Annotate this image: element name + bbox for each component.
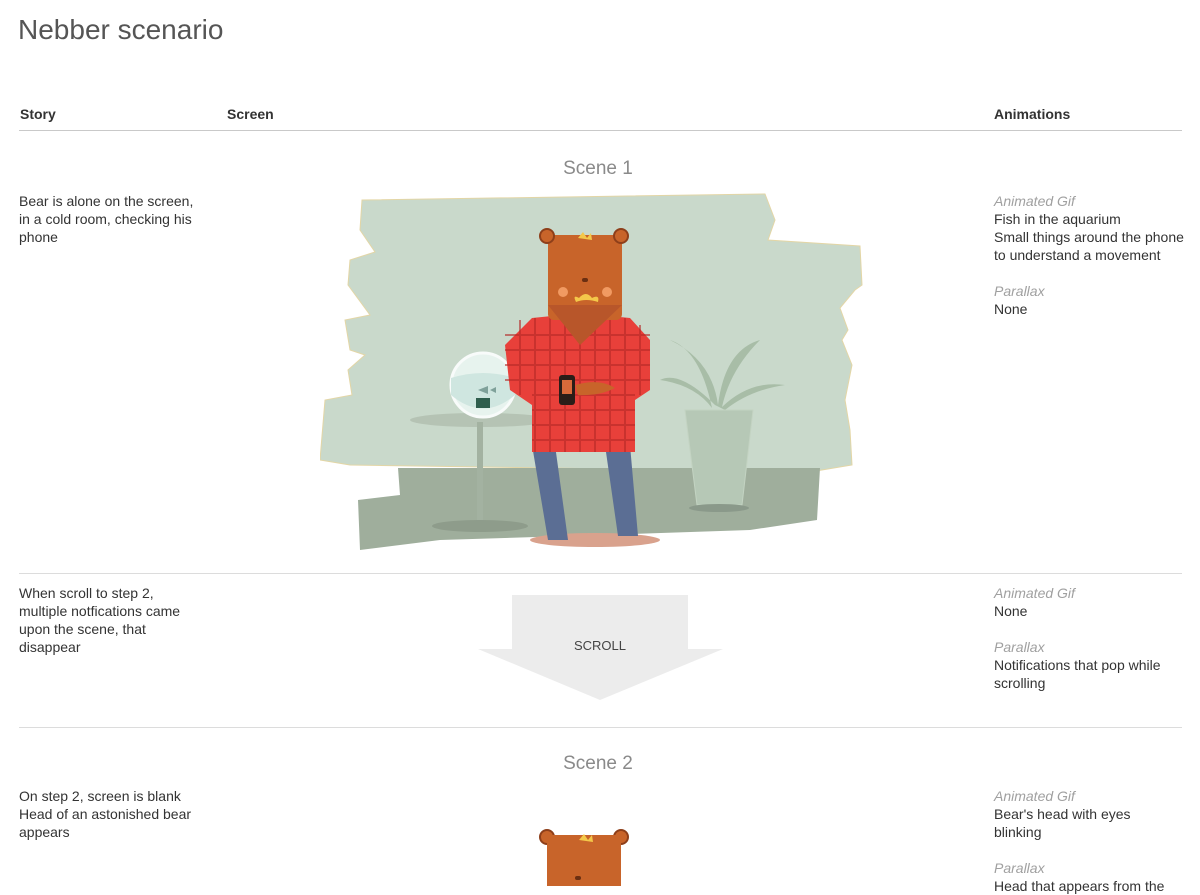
row-1-gif-line: to understand a movement (994, 247, 1161, 263)
row-divider-1 (19, 573, 1182, 574)
row-3-parallax-line: Head that appears from the (994, 878, 1165, 894)
plant-pot (684, 409, 754, 506)
row-2-parallax-label: Parallax (994, 639, 1045, 655)
bear-ear-left (539, 228, 555, 244)
table-base (432, 520, 528, 532)
row-1-gif-line: Small things around the phone (994, 229, 1184, 245)
row-2-gif-label: Animated Gif (994, 585, 1075, 601)
row-1-animations: Animated Gif Fish in the aquarium Small … (994, 192, 1194, 318)
row-2-gif-line: None (994, 603, 1028, 619)
row-divider-2 (19, 727, 1182, 728)
page-title: Nebber scenario (18, 14, 224, 45)
scene-2-title: Scene 2 (563, 753, 633, 774)
row-2-animations: Animated Gif None Parallax Notifications… (994, 584, 1194, 692)
column-header-animations: Animations (994, 106, 1071, 122)
row-1-gif-line: Fish in the aquarium (994, 211, 1121, 227)
scene-1-title: Scene 1 (563, 158, 633, 179)
row-3-animations: Animated Gif Bear's head with eyes blink… (994, 787, 1194, 895)
row-2-parallax-line: scrolling (994, 675, 1046, 691)
row-1-gif-label: Animated Gif (994, 193, 1075, 209)
header-divider (19, 130, 1182, 131)
row-3-gif-label: Animated Gif (994, 788, 1075, 804)
row-3-gif-line: Bear's head with eyes (994, 806, 1131, 822)
column-header-screen: Screen (227, 106, 274, 122)
row-1-story: Bear is alone on the screen, in a cold r… (19, 193, 194, 245)
row-3-gif-line: blinking (994, 824, 1042, 840)
column-header-story: Story (20, 106, 56, 122)
row-3-parallax-label: Parallax (994, 860, 1045, 876)
row-2-parallax-line: Notifications that pop while (994, 657, 1161, 673)
scene-2-bear-head (539, 829, 629, 886)
row-3-story: On step 2, screen is blank Head of an as… (19, 788, 192, 840)
bear-ear-right (613, 228, 629, 244)
row-2-story: When scroll to step 2, multiple notficat… (19, 585, 181, 655)
scroll-label: SCROLL (573, 638, 627, 653)
row-1-parallax-label: Parallax (994, 283, 1045, 299)
table-leg (477, 422, 483, 522)
row-1-parallax-line: None (994, 301, 1028, 317)
scene-1-illustration (320, 193, 863, 550)
